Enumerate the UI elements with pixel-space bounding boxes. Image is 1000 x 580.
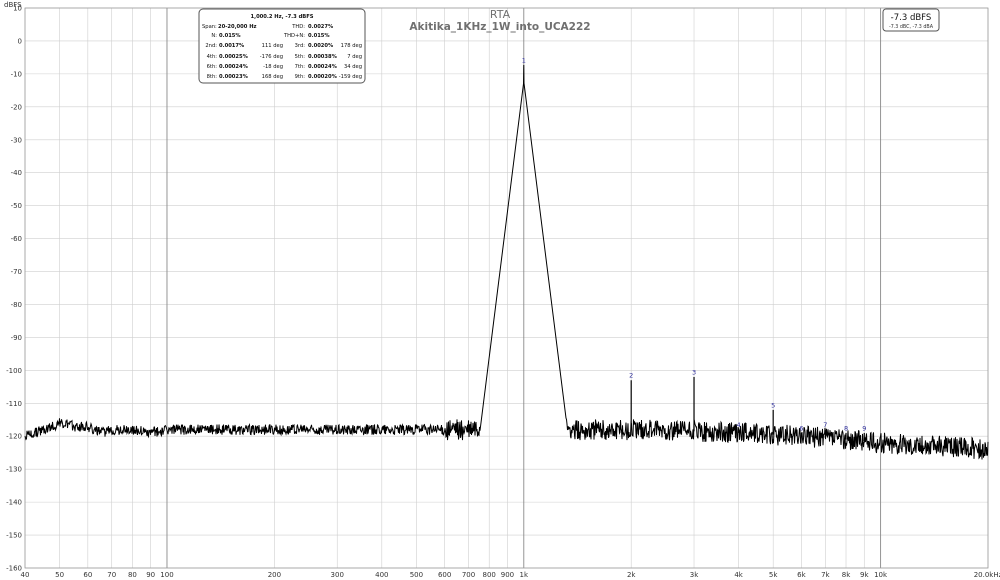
rta-chart: 100 -10 -20 -30 -40 -50 -60 -70 -80 -90 -100 -110 -1… bbox=[0, 0, 1000, 580]
thdn-label: THD+N: bbox=[283, 33, 305, 39]
x-tick-label: 5k bbox=[769, 571, 778, 579]
harmonic-value: 0.00038% bbox=[308, 54, 338, 60]
harmonic-value: 0.00020% bbox=[308, 74, 338, 80]
chart-title: RTA bbox=[490, 8, 511, 21]
n-value: 0.015% bbox=[219, 33, 241, 39]
harmonic-phase: 34 deg bbox=[344, 64, 362, 70]
harmonic-value: 0.0017% bbox=[219, 43, 245, 49]
harmonic-value: 0.00024% bbox=[219, 64, 249, 70]
y-tick-label: -30 bbox=[11, 136, 22, 144]
y-tick-label: -130 bbox=[6, 466, 22, 474]
x-tick-label: 70 bbox=[107, 571, 116, 579]
harmonic-phase: -18 deg bbox=[263, 64, 283, 70]
harmonic-marker: 4 bbox=[737, 421, 741, 429]
x-tick-label: 3k bbox=[690, 571, 699, 579]
harmonic-marker: 8 bbox=[844, 424, 848, 432]
x-tick-label: 90 bbox=[146, 571, 155, 579]
harmonic-marker: 5 bbox=[771, 401, 775, 409]
y-tick-label: -40 bbox=[11, 169, 22, 177]
harmonic-value: 0.00025% bbox=[219, 54, 249, 60]
x-tick-label: 10k bbox=[874, 571, 888, 579]
y-tick-label: -10 bbox=[11, 70, 22, 78]
y-tick-label: -120 bbox=[6, 433, 22, 441]
y-tick-label: -110 bbox=[6, 400, 22, 408]
harmonic-value: 0.00024% bbox=[308, 64, 338, 70]
x-tick-label: 50 bbox=[55, 571, 64, 579]
harmonic-marker: 2 bbox=[629, 372, 633, 380]
x-tick-label: 80 bbox=[128, 571, 137, 579]
span-label: Span: bbox=[202, 24, 217, 30]
harmonic-marker: 3 bbox=[692, 368, 696, 376]
x-tick-label: 100 bbox=[160, 571, 173, 579]
harmonic-label: 2nd: bbox=[205, 43, 217, 49]
harmonic-label: 6th: bbox=[207, 64, 218, 70]
harmonic-phase: -176 deg bbox=[260, 54, 283, 60]
x-tick-label: 400 bbox=[375, 571, 388, 579]
harmonic-phase: 168 deg bbox=[262, 74, 283, 80]
x-tick-label: 800 bbox=[483, 571, 496, 579]
thdn-value: 0.015% bbox=[308, 33, 330, 39]
x-tick-label: 900 bbox=[501, 571, 514, 579]
x-tick-label: 9k bbox=[860, 571, 869, 579]
harmonic-value: 0.0020% bbox=[308, 43, 334, 49]
x-tick-label: 300 bbox=[331, 571, 344, 579]
y-tick-label: -140 bbox=[6, 499, 22, 507]
x-tick-label: 7k bbox=[821, 571, 830, 579]
x-tick-label: 8k bbox=[842, 571, 851, 579]
harmonic-value: 0.00023% bbox=[219, 74, 249, 80]
x-tick-label: 20.0kHz bbox=[974, 571, 1000, 579]
x-tick-label: 1k bbox=[520, 571, 529, 579]
harmonic-label: 7th: bbox=[295, 64, 306, 70]
y-tick-label: -80 bbox=[11, 301, 22, 309]
x-tick-label: 2k bbox=[627, 571, 636, 579]
y-tick-label: 0 bbox=[18, 37, 22, 45]
harmonic-marker: 6 bbox=[799, 424, 803, 432]
harmonic-phase: -159 deg bbox=[339, 74, 362, 80]
chart-background bbox=[0, 0, 1000, 580]
harmonic-marker: 9 bbox=[862, 424, 866, 432]
y-tick-label: -150 bbox=[6, 532, 22, 540]
harmonic-phase: 7 deg bbox=[347, 54, 362, 60]
chart-subtitle: Akitika_1KHz_1W_into_UCA222 bbox=[409, 21, 590, 33]
y-tick-label: -100 bbox=[6, 367, 22, 375]
stats-header: 1,000.2 Hz, -7.3 dBFS bbox=[250, 14, 313, 20]
harmonic-label: 4th: bbox=[207, 54, 218, 60]
level-readout-box: -7.3 dBFS -7.3 dBC, -7.3 dBA bbox=[882, 8, 940, 32]
y-tick-label: -50 bbox=[11, 202, 22, 210]
harmonic-label: 5th: bbox=[295, 54, 306, 60]
y-tick-label: -70 bbox=[11, 268, 22, 276]
y-tick-label: -90 bbox=[11, 334, 22, 342]
harmonic-marker: 1 bbox=[522, 56, 526, 64]
thd-value: 0.0027% bbox=[308, 24, 334, 30]
x-tick-label: 40 bbox=[21, 571, 30, 579]
y-tick-label: -20 bbox=[11, 103, 22, 111]
level-main: -7.3 dBFS bbox=[891, 13, 932, 23]
x-tick-label: 700 bbox=[462, 571, 475, 579]
x-tick-label: 4k bbox=[734, 571, 743, 579]
harmonic-label: 8th: bbox=[207, 74, 218, 80]
x-tick-label: 60 bbox=[83, 571, 92, 579]
harmonic-phase: 111 deg bbox=[262, 43, 283, 49]
n-label: N: bbox=[211, 33, 217, 39]
harmonic-label: 3rd: bbox=[295, 43, 306, 49]
harmonic-marker: 7 bbox=[823, 421, 827, 429]
x-tick-label: 6k bbox=[797, 571, 806, 579]
x-tick-label: 200 bbox=[268, 571, 281, 579]
x-tick-label: 500 bbox=[410, 571, 423, 579]
y-tick-label: -60 bbox=[11, 235, 22, 243]
x-tick-label: 600 bbox=[438, 571, 451, 579]
y-axis-label: dBFS bbox=[4, 1, 22, 9]
harmonic-phase: 178 deg bbox=[341, 43, 362, 49]
distortion-stats-box: 1,000.2 Hz, -7.3 dBFS Span: 20-20,000 Hz… bbox=[198, 8, 366, 84]
thd-label: THD: bbox=[291, 24, 305, 30]
harmonic-label: 9th: bbox=[295, 74, 306, 80]
level-sub: -7.3 dBC, -7.3 dBA bbox=[889, 24, 934, 30]
span-value: 20-20,000 Hz bbox=[218, 24, 257, 30]
